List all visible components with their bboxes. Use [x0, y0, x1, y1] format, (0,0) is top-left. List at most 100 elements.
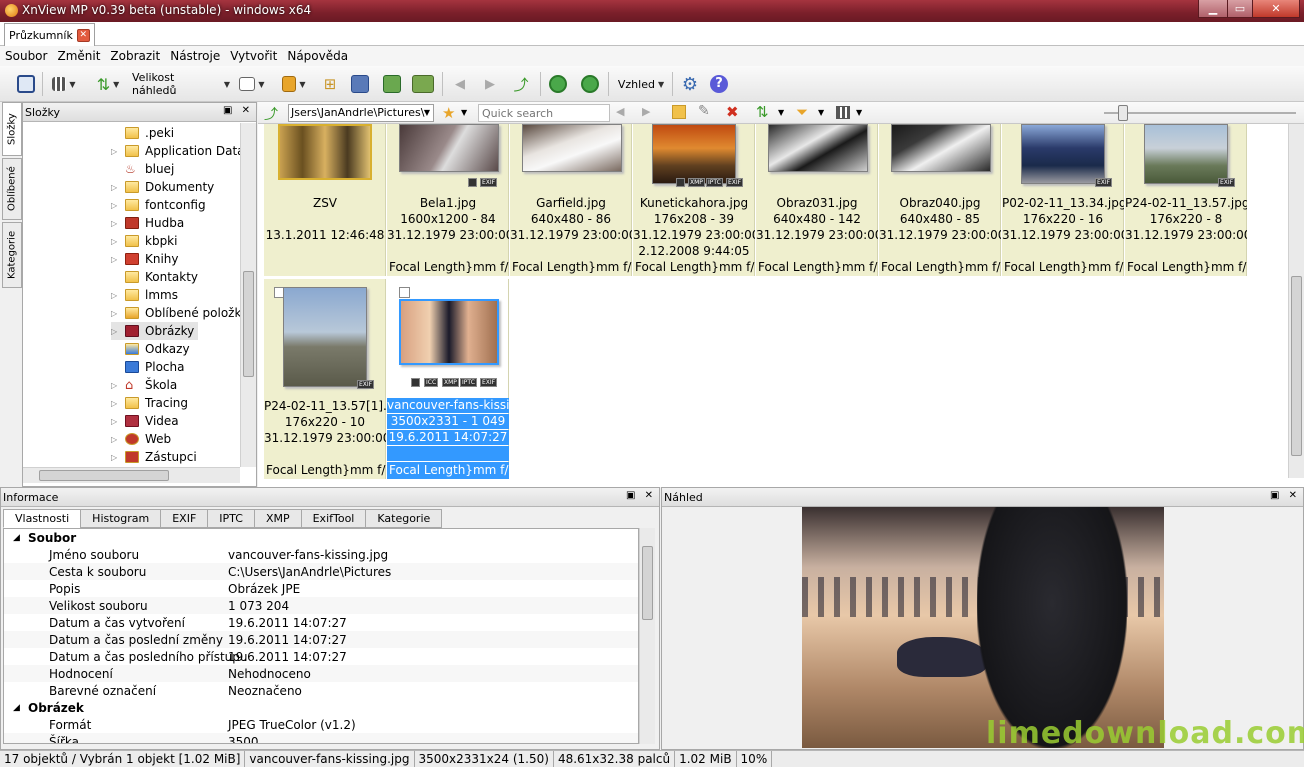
folder-item-selected[interactable]: ▷ Obrázky — [111, 322, 199, 340]
favorite-dropdown-icon[interactable]: ▼ — [461, 108, 467, 117]
tab-categories[interactable]: Kategorie — [365, 509, 443, 528]
view-grid-icon[interactable] — [836, 106, 850, 119]
settings-button[interactable]: ⚙ — [678, 73, 702, 95]
close-tab-icon[interactable]: ✕ — [76, 28, 90, 42]
filter-dropdown-icon[interactable]: ▼ — [818, 108, 824, 117]
maximize-button[interactable]: ▭ — [1227, 0, 1253, 18]
expand-arrow-icon[interactable]: ▷ — [111, 147, 119, 156]
folder-item[interactable]: ▷ Application Data — [111, 142, 240, 160]
tab-exiftool[interactable]: ExifTool — [300, 509, 367, 528]
folder-tree-button[interactable]: ⊞ — [318, 73, 342, 95]
folder-item[interactable]: ▷ Hudba — [111, 214, 184, 232]
panel-controls[interactable]: ▣ ✕ — [223, 105, 253, 116]
sort-icon[interactable]: ⇅ — [756, 103, 769, 121]
expand-arrow-icon[interactable]: ▷ — [111, 381, 119, 390]
import-button[interactable] — [380, 73, 404, 95]
bookmark-button[interactable]: ▼ — [276, 73, 312, 95]
view-dropdown-icon[interactable]: ▼ — [856, 108, 862, 117]
parent-folder-button[interactable]: ⤴ — [510, 73, 532, 95]
panel-controls[interactable]: ▣ ✕ — [626, 490, 656, 501]
folder-item[interactable]: .peki — [111, 124, 174, 142]
thumbnail-folder-zsv[interactable]: ZSV 13.1.2011 12:46:48 — [264, 124, 386, 276]
thumbnail-kunetickahora[interactable]: XMP IPTC EXIF Kunetickahora.jpg 176x208 … — [633, 124, 755, 276]
tab-categories[interactable]: Kategorie — [2, 222, 22, 288]
quick-search-input[interactable] — [478, 104, 610, 122]
folder-item[interactable]: ▷ Zástupci — [111, 448, 197, 466]
tab-iptc[interactable]: IPTC — [207, 509, 255, 528]
thumbnail-size-slider[interactable] — [1104, 105, 1296, 121]
sort-order-button[interactable]: ▼ — [234, 73, 270, 95]
nav-back-icon[interactable]: ◀ — [616, 105, 624, 118]
info-vscrollbar[interactable] — [639, 528, 655, 744]
layout-button[interactable]: Vzhled ▼ — [614, 73, 668, 95]
expand-arrow-icon[interactable]: ▷ — [111, 399, 119, 408]
scroll-thumb[interactable] — [39, 470, 169, 481]
expand-arrow-icon[interactable]: ▷ — [111, 237, 119, 246]
menu-help[interactable]: Nápověda — [282, 49, 353, 63]
collapse-icon[interactable]: ◢ — [13, 533, 20, 543]
fullscreen-button[interactable] — [14, 73, 38, 95]
scroll-thumb[interactable] — [642, 546, 653, 620]
thumbnail-p02-02-11[interactable]: EXIF P02-02-11_13.34.jpg 176x220 - 16 31… — [1002, 124, 1124, 276]
folder-item[interactable]: ▷ Knihy — [111, 250, 179, 268]
menu-create[interactable]: Vytvořit — [225, 49, 282, 63]
camera-button[interactable] — [348, 73, 372, 95]
tab-folders[interactable]: Složky — [2, 102, 22, 156]
browser-vscrollbar[interactable] — [1288, 124, 1304, 478]
folder-item[interactable]: ▷ ⌂ Škola — [111, 376, 177, 394]
folder-item[interactable]: ▷ fontconfig — [111, 196, 206, 214]
tab-properties[interactable]: Vlastnosti — [3, 509, 82, 528]
close-window-button[interactable]: ✕ — [1252, 0, 1300, 18]
thumbnail-garfield[interactable]: Garfield.jpg 640x480 - 86 31.12.1979 23:… — [510, 124, 632, 276]
property-group-image[interactable]: ◢ Obrázek — [4, 699, 638, 716]
view-mode-button[interactable]: ▼ — [48, 73, 80, 95]
tab-exif[interactable]: EXIF — [160, 509, 209, 528]
thumbnail-bela1[interactable]: EXIF Bela1.jpg 1600x1200 - 84 31.12.1979… — [387, 124, 509, 276]
back-button[interactable]: ◀ — [450, 73, 470, 95]
folder-item[interactable]: ▷ lmms — [111, 286, 178, 304]
scroll-thumb[interactable] — [1291, 276, 1302, 456]
filter-icon[interactable]: ⏷ — [796, 103, 808, 121]
folder-item[interactable]: Odkazy — [111, 340, 190, 358]
folder-item[interactable]: Plocha — [111, 358, 184, 376]
thumbnail-obraz040[interactable]: Obraz040.jpg 640x480 - 85 31.12.1979 23:… — [879, 124, 1001, 276]
folders-vscrollbar[interactable] — [240, 123, 256, 467]
folder-item[interactable]: ♨ bluej — [111, 160, 174, 178]
tab-explorer[interactable]: Průzkumník ✕ — [4, 23, 95, 46]
expand-arrow-icon[interactable]: ▷ — [111, 291, 119, 300]
menu-tools[interactable]: Nástroje — [165, 49, 225, 63]
expand-arrow-icon[interactable]: ▷ — [111, 309, 119, 318]
thumbnail-obraz031[interactable]: Obraz031.jpg 640x480 - 142 31.12.1979 23… — [756, 124, 878, 276]
expand-arrow-icon[interactable]: ▷ — [111, 255, 119, 264]
slider-handle[interactable] — [1118, 105, 1128, 121]
folder-item[interactable]: Kontakty — [111, 268, 198, 286]
help-button[interactable]: ? — [707, 73, 731, 95]
property-group-file[interactable]: ◢ Soubor — [4, 529, 638, 546]
path-dropdown-icon[interactable]: ▼ — [424, 105, 430, 121]
folder-item[interactable]: ▷ Dokumenty — [111, 178, 214, 196]
expand-arrow-icon[interactable]: ▷ — [111, 201, 119, 210]
sort-button[interactable]: ⇅ ▼ — [90, 73, 126, 95]
thumb-size-button[interactable]: Velikost náhledů ▼ — [132, 71, 230, 97]
delete-icon[interactable]: ✖ — [726, 103, 739, 121]
rotate-left-button[interactable] — [546, 73, 570, 95]
favorite-star-icon[interactable]: ★ — [442, 104, 455, 122]
expand-arrow-icon[interactable]: ▷ — [111, 417, 119, 426]
menu-edit[interactable]: Změnit — [52, 49, 105, 63]
expand-arrow-icon[interactable]: ▷ — [111, 183, 119, 192]
go-up-icon[interactable]: ⤴ — [264, 104, 278, 124]
sort-dropdown-icon[interactable]: ▼ — [778, 108, 784, 117]
nav-forward-icon[interactable]: ▶ — [642, 105, 650, 118]
folder-item[interactable]: ▷ Tracing — [111, 394, 188, 412]
expand-arrow-icon[interactable]: ▷ — [111, 453, 119, 462]
menu-file[interactable]: Soubor — [0, 49, 52, 63]
thumbnail-vancouver-selected[interactable]: ICC XMP IPTC EXIF vancouver-fans-kissin.… — [387, 279, 509, 479]
tab-histogram[interactable]: Histogram — [80, 509, 162, 528]
tab-favorites[interactable]: Oblíbené — [2, 158, 22, 220]
panel-controls[interactable]: ▣ ✕ — [1270, 490, 1300, 501]
forward-button[interactable]: ▶ — [480, 73, 500, 95]
rotate-right-button[interactable] — [578, 73, 602, 95]
new-folder-icon[interactable] — [672, 105, 686, 119]
minimize-button[interactable]: ▁ — [1198, 0, 1228, 18]
path-input[interactable]: Jsers\JanAndrle\Pictures\ ▼ — [288, 104, 434, 122]
